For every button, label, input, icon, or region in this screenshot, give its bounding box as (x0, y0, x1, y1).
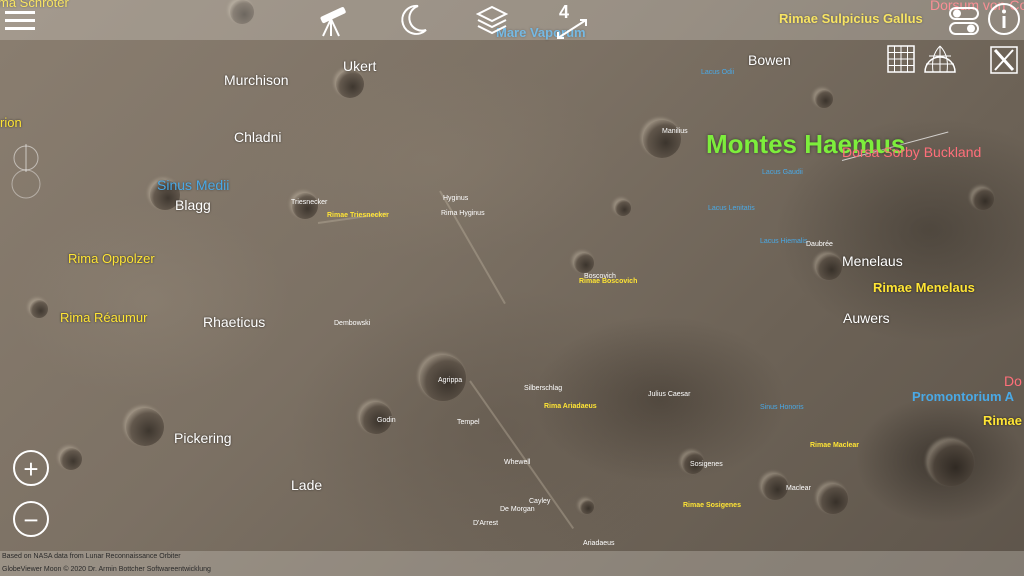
label-rimae-maclear[interactable]: Rimae Maclear (810, 442, 859, 449)
label-hyginus[interactable]: Hyginus (443, 195, 468, 202)
label-sosigenes[interactable]: Sosigenes (690, 461, 723, 468)
rille-hyginus (439, 190, 506, 305)
credit-line-1: Based on NASA data from Lunar Reconnaiss… (2, 553, 181, 560)
x-box-icon[interactable] (990, 46, 1018, 79)
label-rimae-menelaus[interactable]: Rimae Menelaus (873, 281, 975, 294)
crater-ukert (336, 70, 364, 98)
toggle-switch-icon[interactable] (948, 5, 980, 42)
grid-icon[interactable] (887, 45, 915, 78)
crater-pickering (126, 408, 164, 446)
label-rimae-partial[interactable]: Rimae (983, 414, 1022, 427)
crater-right (818, 484, 848, 514)
label-promontorium[interactable]: Promontorium A (912, 390, 1014, 403)
credits-footer: Based on NASA data from Lunar Reconnaiss… (0, 551, 1024, 576)
label-lacus-gaudii[interactable]: Lacus Gaudii (762, 169, 803, 176)
label-rima-hyginus[interactable]: Rima Hyginus (441, 210, 485, 217)
crater-menelaus (816, 254, 842, 280)
moon-map[interactable]: ma Schröter Mare Vaporum Dorsum von Cott… (0, 0, 1024, 576)
crater-small-3 (972, 188, 994, 210)
label-tempel[interactable]: Tempel (457, 419, 480, 426)
compass-icon (10, 140, 42, 200)
measure-button[interactable]: 4 (556, 0, 588, 40)
label-rimae-boscovich[interactable]: Rimae Boscovich (579, 278, 637, 285)
label-rima-reaumur[interactable]: Rima Réaumur (60, 311, 147, 324)
label-agrippa[interactable]: Agrippa (438, 377, 462, 384)
label-rimae-sosigenes[interactable]: Rimae Sosigenes (683, 502, 741, 509)
label-rima-left[interactable]: rion (0, 116, 22, 129)
globe-grid-icon[interactable] (923, 44, 957, 79)
telescope-icon[interactable] (314, 3, 350, 42)
top-toolbar: 4 (0, 0, 1024, 40)
label-de-morgan[interactable]: De Morgan (500, 506, 535, 513)
measure-icon (557, 19, 587, 39)
label-maclear[interactable]: Maclear (786, 485, 811, 492)
label-cayley[interactable]: Cayley (529, 498, 550, 505)
crater-manilius (643, 120, 681, 158)
label-lacus-odii[interactable]: Lacus Odii (701, 69, 734, 76)
label-dorsa-sorby-buckland[interactable]: Dorsa Sorby Buckland (842, 145, 981, 159)
label-pickering[interactable]: Pickering (174, 431, 232, 445)
label-triesnecker[interactable]: Triesnecker (291, 199, 327, 206)
label-auwers[interactable]: Auwers (843, 311, 890, 325)
label-silberschlag[interactable]: Silberschlag (524, 385, 562, 392)
crater-maclear (762, 474, 788, 500)
label-godin[interactable]: Godin (377, 417, 396, 424)
label-rima-ariadaeus[interactable]: Rima Ariadaeus (544, 403, 597, 410)
label-do-partial[interactable]: Do (1004, 374, 1022, 388)
label-lade[interactable]: Lade (291, 478, 322, 492)
label-rhaeticus[interactable]: Rhaeticus (203, 315, 265, 329)
crater-triesnecker (292, 193, 318, 219)
crater-small-7 (580, 500, 594, 514)
zoom-out-button[interactable]: − (13, 501, 49, 537)
label-blagg[interactable]: Blagg (175, 198, 211, 212)
label-d-arrest[interactable]: D'Arrest (473, 520, 498, 527)
label-whewell[interactable]: Whewell (504, 459, 530, 466)
crescent-moon-icon[interactable] (398, 4, 428, 41)
label-rimae-triesnecker[interactable]: Rimae Triesnecker (327, 212, 389, 219)
zoom-in-button[interactable]: + (13, 450, 49, 486)
credit-line-2: GlobeViewer Moon © 2020 Dr. Armin Bottch… (2, 566, 211, 573)
label-rima-oppolzer[interactable]: Rima Oppolzer (68, 252, 155, 265)
label-julius-caesar[interactable]: Julius Caesar (648, 391, 690, 398)
label-lacus-hiemalis[interactable]: Lacus Hiemalis (760, 238, 807, 245)
label-manilius[interactable]: Manilius (662, 128, 688, 135)
crater-small-6 (60, 448, 82, 470)
crater-large-right (928, 440, 974, 486)
crater-small-9 (30, 300, 48, 318)
label-lacus-lenitatis[interactable]: Lacus Lenitatis (708, 205, 755, 212)
label-sinus-honoris[interactable]: Sinus Honoris (760, 404, 804, 411)
hamburger-menu-icon[interactable] (5, 10, 35, 30)
crater-small-5 (574, 253, 594, 273)
label-ariadaeus[interactable]: Ariadaeus (583, 540, 615, 547)
label-menelaus[interactable]: Menelaus (842, 254, 903, 268)
crater-small-2 (815, 90, 833, 108)
label-murchison[interactable]: Murchison (224, 73, 289, 87)
label-daubree[interactable]: Daubrée (806, 241, 833, 248)
label-sinus-medii[interactable]: Sinus Medii (157, 178, 229, 192)
label-ukert[interactable]: Ukert (343, 59, 376, 73)
label-chladni[interactable]: Chladni (234, 130, 281, 144)
label-bowen[interactable]: Bowen (748, 53, 791, 67)
crater-small-4 (615, 200, 631, 216)
layers-icon[interactable] (475, 5, 509, 40)
info-icon[interactable] (987, 2, 1021, 41)
label-dembowski[interactable]: Dembowski (334, 320, 370, 327)
